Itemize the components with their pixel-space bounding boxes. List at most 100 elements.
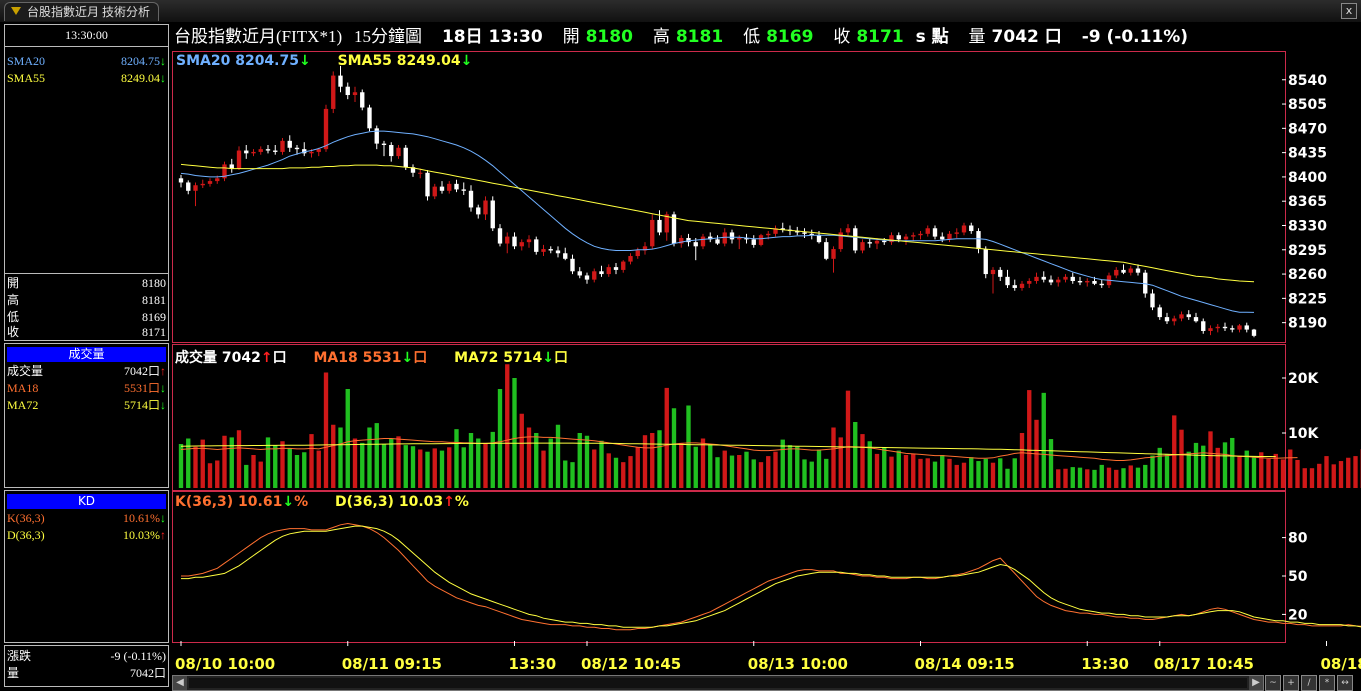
- candle-body: [1012, 285, 1017, 288]
- volume-bar: [439, 450, 445, 488]
- candle-body: [1172, 318, 1177, 322]
- candle-body: [635, 250, 640, 257]
- candle-body: [186, 182, 191, 191]
- volume-bar: [1251, 456, 1257, 488]
- volume-bar: [969, 457, 974, 488]
- candle-body: [555, 250, 561, 254]
- volume-bar: [845, 390, 851, 488]
- chart-type-icon[interactable]: ~: [1265, 675, 1281, 691]
- draw-tool-icon[interactable]: /: [1301, 675, 1317, 691]
- volume-bar: [1019, 433, 1025, 488]
- volume-bar: [693, 446, 698, 488]
- volume-bar: [1208, 431, 1213, 488]
- candle-body: [1099, 283, 1104, 286]
- candle-body: [940, 236, 945, 240]
- scroll-right-icon[interactable]: ▶: [1249, 676, 1263, 690]
- candle-body: [352, 92, 358, 96]
- scroll-left-icon[interactable]: ◀: [173, 676, 187, 690]
- zoom-icon[interactable]: +: [1283, 675, 1299, 691]
- candle-body: [592, 271, 597, 280]
- volume-bar: [599, 440, 604, 488]
- candle-body: [1143, 272, 1148, 294]
- volume-bar: [787, 445, 793, 488]
- volume-bar: [961, 462, 967, 488]
- candle-body: [918, 233, 923, 236]
- candle-body: [389, 144, 394, 157]
- volume-bar: [1230, 437, 1235, 488]
- volume-bar: [309, 434, 314, 488]
- candle-body: [497, 228, 503, 244]
- settings-icon[interactable]: *: [1319, 675, 1335, 691]
- price-axis-label: 8260: [1288, 267, 1327, 283]
- candle-body: [1027, 281, 1032, 284]
- price-axis-label: 8225: [1288, 291, 1327, 307]
- kd-axis-label: 80: [1288, 531, 1308, 547]
- volume-bar: [476, 438, 481, 488]
- candle-body: [961, 225, 967, 233]
- time-axis-label: 13:30: [1081, 655, 1129, 673]
- candle-body: [693, 242, 698, 247]
- volume-bar: [541, 450, 546, 488]
- scroll-thumb[interactable]: [189, 678, 1247, 688]
- volume-bar: [1027, 390, 1032, 488]
- volume-bar: [657, 430, 662, 488]
- candle-body: [309, 151, 314, 154]
- volume-bar: [555, 424, 561, 488]
- candle-body: [722, 232, 727, 244]
- time-axis-label: 08/13 10:00: [748, 655, 848, 673]
- volume-bar: [816, 449, 822, 488]
- volume-bar: [1135, 467, 1141, 488]
- candle-body: [1208, 328, 1213, 331]
- volume-bar: [838, 437, 843, 488]
- candle-body: [766, 233, 771, 236]
- volume-bar: [577, 433, 582, 488]
- candle-body: [1114, 269, 1119, 276]
- time-scrollbar[interactable]: ◀ ▶: [172, 675, 1264, 691]
- volume-bar: [715, 457, 720, 488]
- volume-bar: [1288, 449, 1293, 488]
- candle-body: [454, 183, 459, 190]
- volume-bar: [642, 435, 648, 488]
- volume-bar: [882, 447, 887, 488]
- candle-body: [338, 75, 343, 87]
- volume-bar: [998, 458, 1003, 488]
- volume-bar: [1012, 458, 1017, 488]
- candle-body: [1193, 317, 1199, 322]
- volume-bar: [650, 433, 655, 488]
- volume-bar: [766, 456, 771, 488]
- candle-body: [1201, 321, 1206, 331]
- volume-bar: [758, 462, 764, 488]
- candle-body: [207, 181, 213, 184]
- volume-bar: [1106, 467, 1112, 488]
- chart-canvas[interactable]: 8190 8225 8260 8295 8330 8365 8400 8435 8470 8505…: [0, 0, 1361, 691]
- candle-body: [439, 186, 445, 191]
- candle-body: [505, 236, 510, 244]
- candle-body: [200, 183, 205, 186]
- volume-bar: [1186, 451, 1191, 488]
- candle-body: [1034, 276, 1039, 282]
- volume-bar: [1222, 442, 1228, 488]
- volume-bar: [635, 447, 640, 488]
- pan-icon[interactable]: ↔: [1337, 675, 1353, 691]
- candle-body: [258, 149, 263, 152]
- volume-bar: [1266, 458, 1271, 488]
- candle-body: [990, 269, 996, 275]
- candle-body: [1230, 328, 1235, 330]
- candle-body: [526, 239, 532, 243]
- volume-bar: [932, 461, 938, 488]
- d-line: [181, 525, 1361, 628]
- volume-bar: [410, 446, 416, 488]
- volume-bar: [613, 457, 619, 488]
- volume-bar: [606, 453, 611, 488]
- candle-body: [911, 235, 916, 237]
- volume-bar: [1114, 469, 1119, 488]
- candle-body: [867, 242, 872, 244]
- candle-body: [1056, 279, 1061, 283]
- volume-bar: [1324, 456, 1329, 488]
- volume-bar: [1099, 464, 1104, 488]
- volume-bar: [874, 453, 880, 488]
- volume-bar: [294, 455, 300, 488]
- volume-bar: [425, 451, 430, 488]
- volume-bar: [1048, 439, 1054, 488]
- candle-body: [548, 249, 553, 251]
